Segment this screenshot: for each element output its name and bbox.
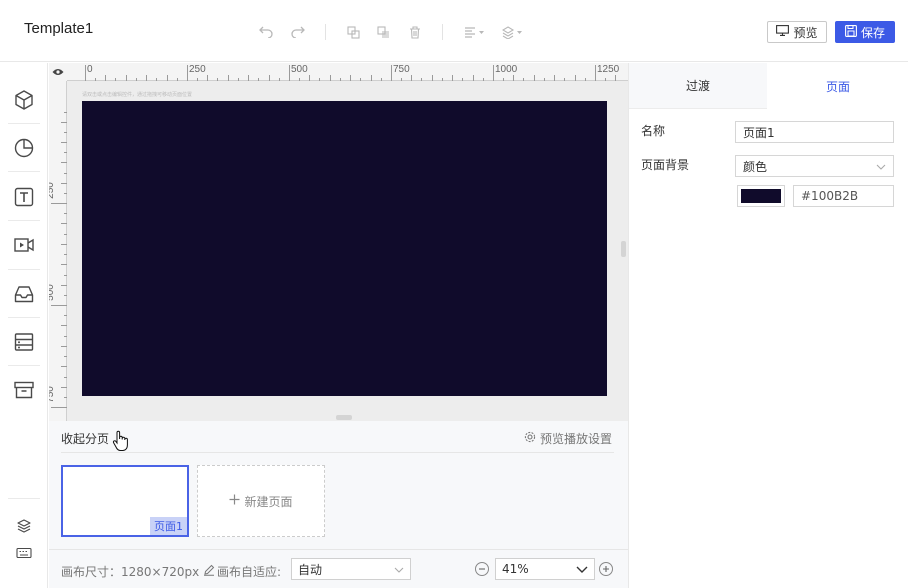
paste-icon[interactable]: [372, 22, 394, 42]
canvas-fit-value: 自动: [298, 562, 323, 577]
sidebar-divider: [8, 365, 40, 366]
ruler-left: 250 500 750: [49, 63, 67, 421]
redo-icon[interactable]: [287, 22, 309, 42]
save-label: 保存: [860, 25, 885, 40]
collapse-pages-button[interactable]: 收起分页: [61, 430, 109, 447]
ruler-label: 500: [291, 64, 308, 75]
plus-icon: [229, 494, 240, 508]
delete-icon[interactable]: [404, 22, 426, 42]
eye-icon[interactable]: [49, 63, 67, 81]
ruler-top: 0 250 500 750 1000 1250: [49, 63, 628, 81]
canvas-fit-select[interactable]: 自动: [291, 558, 411, 580]
zoom-out-icon[interactable]: [475, 562, 489, 576]
sidebar-divider: [8, 317, 40, 318]
align-icon[interactable]: [462, 22, 488, 42]
play-settings-label: 预览播放设置: [539, 432, 612, 446]
monitor-icon: [776, 25, 790, 39]
background-type-select[interactable]: 颜色: [735, 155, 894, 177]
page-thumbnail-label: 页面1: [150, 517, 187, 535]
text-icon[interactable]: [10, 183, 38, 211]
artboard-page[interactable]: [82, 101, 607, 396]
layers-icon[interactable]: [10, 516, 38, 536]
canvas-size-label: 画布尺寸：1280×720px: [61, 565, 200, 579]
video-icon[interactable]: [10, 231, 38, 259]
properties-panel: 过渡 页面 名称 页面1 页面背景 颜色 #100B2B: [628, 63, 908, 588]
sidebar-divider: [8, 220, 40, 221]
chevron-down-icon: [876, 159, 886, 173]
new-page-label: 新建页面: [244, 494, 293, 509]
template-title[interactable]: Template1: [24, 20, 93, 37]
hand-cursor-icon: [112, 430, 130, 455]
color-swatch[interactable]: [737, 185, 785, 207]
canvas-fit-label: 画布自适应:: [217, 565, 282, 579]
edit-pencil-icon[interactable]: [203, 564, 215, 579]
pages-panel: 收起分页 预览播放设置 页面1 新建页面 画布尺寸：1280×720px 画布自…: [49, 421, 628, 588]
tab-page[interactable]: 页面: [767, 63, 908, 109]
color-swatch-fill: [741, 189, 781, 203]
save-button[interactable]: 保存: [835, 21, 895, 43]
keyboard-icon[interactable]: [10, 543, 38, 563]
preview-label: 预览: [793, 25, 818, 40]
horizontal-scrollbar[interactable]: [336, 415, 352, 420]
zoom-value: 41%: [502, 562, 529, 576]
archive-icon[interactable]: [10, 376, 38, 404]
gear-icon: [524, 431, 536, 446]
ruler-label: 250: [49, 182, 56, 199]
header: Template1 预览 保存: [0, 0, 908, 62]
save-icon: [845, 24, 857, 40]
canvas-hint: 请双击或点击编辑控件，通过拖拽可移动页面位置: [82, 92, 193, 98]
sidebar-divider: [8, 123, 40, 124]
toolbar-divider: [442, 24, 443, 40]
name-label: 名称: [641, 124, 666, 138]
table-icon[interactable]: [10, 328, 38, 356]
divider: [61, 452, 614, 453]
cube-icon[interactable]: [10, 86, 38, 114]
page-thumbnail[interactable]: 页面1: [61, 465, 189, 537]
undo-icon[interactable]: [255, 22, 277, 42]
copy-icon[interactable]: [342, 22, 364, 42]
play-settings-button[interactable]: 预览播放设置: [524, 430, 612, 447]
zoom-in-icon[interactable]: [599, 562, 613, 576]
sidebar-divider: [8, 171, 40, 172]
canvas-size: 画布尺寸：1280×720px: [61, 563, 215, 580]
canvas-area[interactable]: 0 250 500 750 1000 1250 250 500 750 请双击或…: [49, 63, 628, 421]
color-hex-input[interactable]: #100B2B: [793, 185, 894, 207]
toolbar-divider: [325, 24, 326, 40]
preview-button[interactable]: 预览: [767, 21, 827, 43]
ruler-label: 750: [393, 64, 410, 75]
ruler-label: 1000: [495, 64, 518, 75]
chevron-down-icon: [576, 562, 588, 576]
ruler-label: 250: [189, 64, 206, 75]
sidebar-divider: [8, 269, 40, 270]
ruler-label: 1250: [597, 64, 620, 75]
ruler-label: 0: [87, 64, 93, 75]
vertical-scrollbar[interactable]: [621, 241, 626, 257]
ruler-label: 500: [49, 284, 56, 301]
background-type-value: 颜色: [743, 159, 768, 174]
sidebar-divider: [8, 498, 40, 499]
ruler-label: 750: [49, 386, 56, 403]
inbox-icon[interactable]: [10, 280, 38, 308]
pie-chart-icon[interactable]: [10, 134, 38, 162]
chevron-down-icon: [394, 562, 404, 576]
page-name-input[interactable]: 页面1: [735, 121, 894, 143]
zoom-select[interactable]: 41%: [495, 558, 595, 580]
tab-transition[interactable]: 过渡: [629, 63, 767, 109]
bottom-toolbar: 画布尺寸：1280×720px 画布自适应: 自动 41%: [49, 549, 628, 588]
component-sidebar: [0, 63, 48, 588]
page-background-label: 页面背景: [641, 158, 690, 172]
new-page-button[interactable]: 新建页面: [197, 465, 325, 537]
layers-order-icon[interactable]: [500, 22, 526, 42]
